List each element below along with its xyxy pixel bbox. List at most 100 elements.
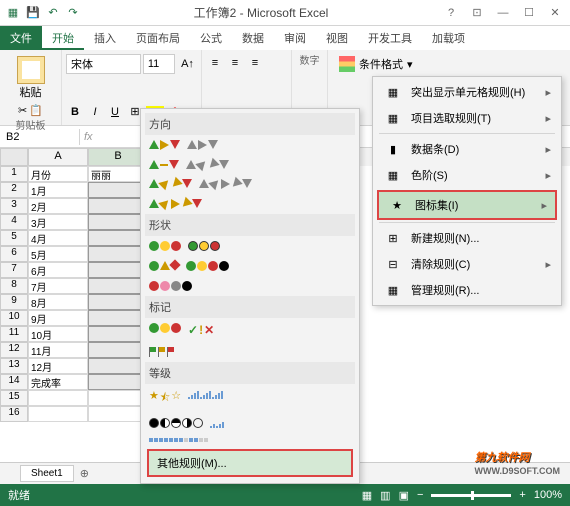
cell[interactable]: 3月: [28, 214, 88, 230]
fx-icon[interactable]: fx: [84, 131, 93, 143]
cell[interactable]: [88, 278, 148, 294]
cell[interactable]: 10月: [28, 326, 88, 342]
italic-button[interactable]: I: [86, 103, 104, 121]
iconset-redtoblack[interactable]: [147, 279, 194, 293]
iconset-3signs[interactable]: [147, 259, 181, 273]
row-header[interactable]: 2: [0, 182, 28, 198]
iconset-5quarters[interactable]: [147, 416, 205, 430]
copy-icon[interactable]: 📋: [29, 104, 43, 117]
iconset-3flags[interactable]: [147, 345, 177, 359]
row-header[interactable]: 11: [0, 326, 28, 342]
row-header[interactable]: 12: [0, 342, 28, 358]
add-sheet-icon[interactable]: ⊕: [74, 467, 95, 480]
row-header[interactable]: 4: [0, 214, 28, 230]
row-header[interactable]: 7: [0, 262, 28, 278]
row-header[interactable]: 15: [0, 390, 28, 406]
iconset-3stars[interactable]: ★⯪☆: [147, 387, 183, 410]
conditional-format-button[interactable]: 条件格式 ▾: [332, 52, 566, 76]
iconset-3arrows-color[interactable]: [147, 138, 182, 152]
iconset-3symbols-circled[interactable]: [147, 321, 183, 339]
tab-dev[interactable]: 开发工具: [358, 26, 422, 50]
cell[interactable]: 丽丽: [88, 166, 148, 182]
size-select[interactable]: 11: [143, 54, 175, 74]
ribbon-toggle-icon[interactable]: ⊡: [466, 4, 488, 22]
iconset-3trafficlights-rimmed[interactable]: [186, 239, 222, 253]
cell[interactable]: 1月: [28, 182, 88, 198]
cell[interactable]: [88, 230, 148, 246]
tab-file[interactable]: 文件: [0, 26, 42, 50]
cell[interactable]: 月份: [28, 166, 88, 182]
align-mid-icon[interactable]: ≡: [226, 54, 244, 72]
view-layout-icon[interactable]: ▥: [380, 489, 390, 502]
select-all[interactable]: [0, 148, 28, 166]
cf-colorscale[interactable]: ▦ 色阶(S) ▸: [375, 162, 559, 188]
align-bot-icon[interactable]: ≡: [246, 54, 264, 72]
row-header[interactable]: 3: [0, 198, 28, 214]
cell[interactable]: 9月: [28, 310, 88, 326]
zoom-out-icon[interactable]: −: [417, 489, 423, 501]
iconset-3arrows-gray[interactable]: [185, 138, 220, 152]
row-header[interactable]: 16: [0, 406, 28, 422]
cell[interactable]: 2月: [28, 198, 88, 214]
col-header-b[interactable]: B: [88, 148, 148, 166]
iconset-other-rules[interactable]: 其他规则(M)...: [147, 449, 353, 477]
cell[interactable]: [88, 406, 148, 422]
cell[interactable]: 11月: [28, 342, 88, 358]
cell[interactable]: [88, 310, 148, 326]
cf-iconset[interactable]: ★ 图标集(I) ▸: [377, 190, 557, 220]
iconset-3trafficlights[interactable]: [147, 239, 183, 253]
help-icon[interactable]: ?: [440, 4, 462, 22]
minimize-icon[interactable]: —: [492, 4, 514, 22]
tab-formula[interactable]: 公式: [190, 26, 232, 50]
row-header[interactable]: 8: [0, 278, 28, 294]
cell[interactable]: 4月: [28, 230, 88, 246]
iconset-3symbols[interactable]: ✓!✕: [186, 321, 216, 339]
row-header[interactable]: 9: [0, 294, 28, 310]
row-header[interactable]: 10: [0, 310, 28, 326]
iconset-5bars-2[interactable]: [208, 416, 226, 430]
view-break-icon[interactable]: ▣: [399, 489, 409, 502]
tab-addin[interactable]: 加载项: [422, 26, 475, 50]
cell[interactable]: [88, 262, 148, 278]
cell[interactable]: [88, 214, 148, 230]
cell[interactable]: [88, 246, 148, 262]
cf-clear-rules[interactable]: ⊟ 清除规则(C) ▸: [375, 251, 559, 277]
row-header[interactable]: 5: [0, 230, 28, 246]
row-header[interactable]: 1: [0, 166, 28, 182]
cell[interactable]: 6月: [28, 262, 88, 278]
cf-manage-rules[interactable]: ▦ 管理规则(R)...: [375, 277, 559, 303]
redo-icon[interactable]: ↷: [64, 4, 82, 22]
cell[interactable]: 8月: [28, 294, 88, 310]
iconset-5arrows-color[interactable]: [147, 197, 204, 211]
save-icon[interactable]: 💾: [24, 4, 42, 22]
row-header[interactable]: 14: [0, 374, 28, 390]
cf-highlight-rules[interactable]: ▦ 突出显示单元格规则(H) ▸: [375, 79, 559, 105]
zoom-in-icon[interactable]: +: [519, 489, 525, 501]
iconset-5boxes[interactable]: [147, 436, 210, 444]
cf-new-rule[interactable]: ⊞ 新建规则(N)...: [375, 225, 559, 251]
iconset-4trafficlights[interactable]: [184, 259, 231, 273]
iconset-5bars[interactable]: [186, 387, 225, 410]
font-select[interactable]: 宋体: [66, 54, 141, 74]
maximize-icon[interactable]: ☐: [518, 4, 540, 22]
col-header-a[interactable]: A: [28, 148, 88, 166]
increase-font-icon[interactable]: A↑: [177, 55, 197, 73]
cut-icon[interactable]: ✂: [18, 104, 27, 117]
cell[interactable]: [88, 182, 148, 198]
sheet-tab-1[interactable]: Sheet1: [20, 465, 74, 482]
underline-button[interactable]: U: [106, 103, 124, 121]
iconset-4arrows-gray[interactable]: [184, 158, 231, 171]
cell[interactable]: [28, 406, 88, 422]
cell[interactable]: [88, 390, 148, 406]
cell[interactable]: 12月: [28, 358, 88, 374]
tab-data[interactable]: 数据: [232, 26, 274, 50]
cell[interactable]: [88, 374, 148, 390]
tab-home[interactable]: 开始: [42, 26, 84, 50]
cf-top-rules[interactable]: ▦ 项目选取规则(T) ▸: [375, 105, 559, 131]
cell[interactable]: 5月: [28, 246, 88, 262]
tab-review[interactable]: 审阅: [274, 26, 316, 50]
zoom-value[interactable]: 100%: [534, 489, 562, 501]
iconset-5arrows-gray[interactable]: [197, 177, 254, 191]
cell[interactable]: [88, 198, 148, 214]
cell[interactable]: 7月: [28, 278, 88, 294]
